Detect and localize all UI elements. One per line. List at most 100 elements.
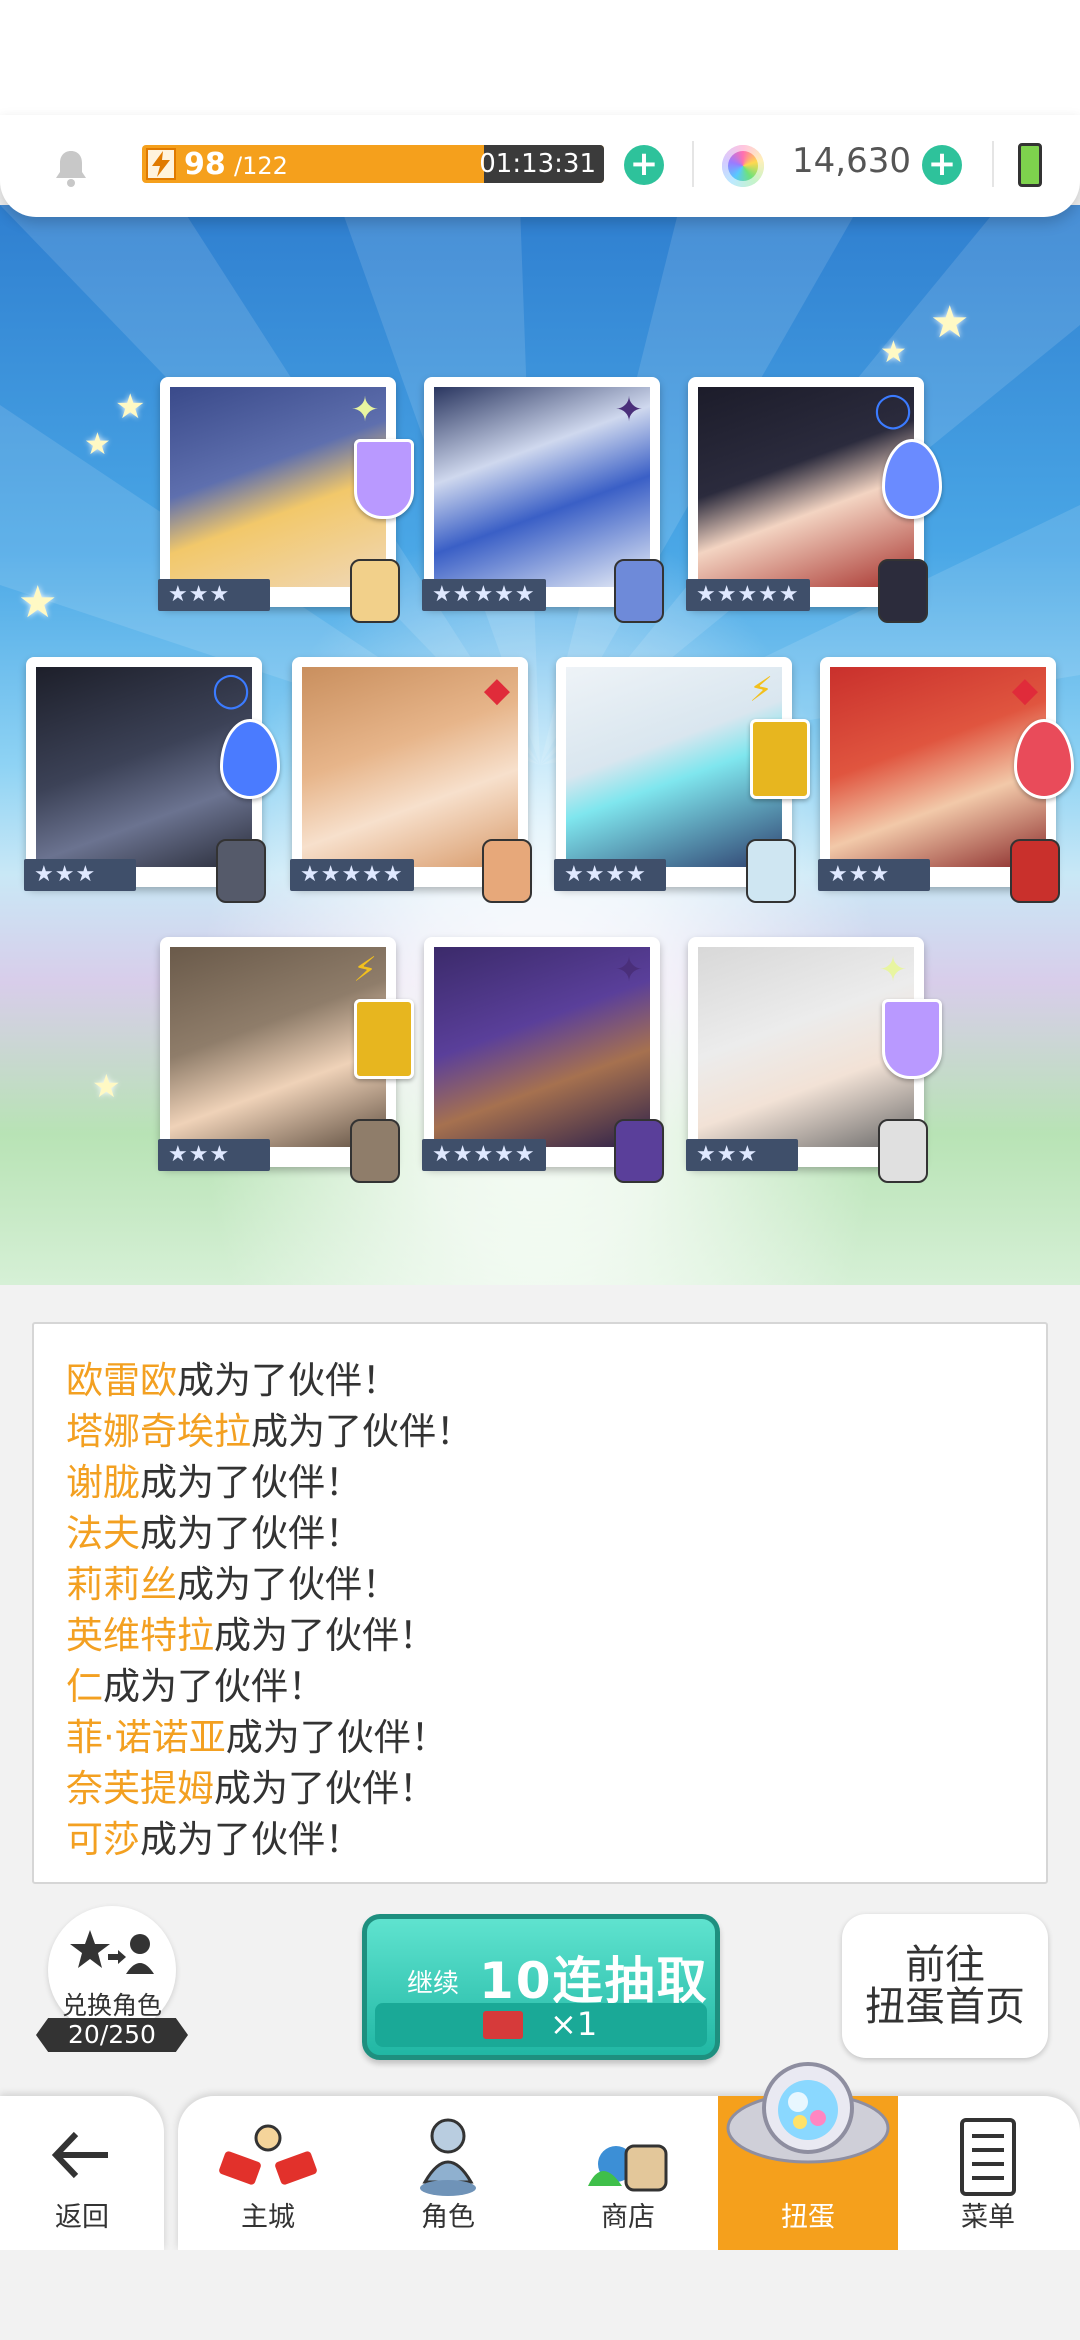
character-name: 奈芙提姆 [66, 1767, 214, 1810]
divider [992, 141, 994, 187]
continue-label: 继续 [407, 1969, 460, 1999]
log-line: 塔娜奇埃拉成为了伙伴！ [66, 1401, 473, 1455]
battery-icon [1018, 143, 1042, 187]
chibi-sprite-icon [878, 559, 928, 623]
nav-bar: 主城 角色 商店 扭蛋 菜单 [178, 2062, 1080, 2250]
character-name: 谢胧 [66, 1461, 140, 1504]
stamina-current: 98 [184, 147, 226, 182]
nav-item-main-city[interactable]: 主城 [178, 2096, 358, 2250]
result-log[interactable]: 欧雷欧成为了伙伴！ 塔娜奇埃拉成为了伙伴！ 谢胧成为了伙伴！ 法夫成为了伙伴！ … [32, 1322, 1048, 1884]
back-button[interactable]: 返回 [0, 2096, 164, 2250]
water-element-icon: ◯ [874, 390, 913, 430]
character-card[interactable]: ⚡ ★★★★ [554, 657, 810, 903]
main-city-icon [219, 2124, 317, 2185]
character-card[interactable]: ✦ ★★★ [158, 377, 414, 623]
add-gems-button[interactable]: + [922, 145, 962, 185]
gacha-result-stage: ★ ★ ★ ★ ★ ★ ✦ ★★★ ✦ ★★★★★ ◯ ★★★★★ ◯ ★★★ … [0, 205, 1080, 1285]
water-element-icon: ◯ [212, 670, 251, 710]
rarity-stars: ★★★★★ [290, 859, 414, 891]
ticket-count: ×1 [550, 2005, 598, 2043]
log-line: 奈芙提姆成为了伙伴！ [66, 1758, 436, 1812]
nav-item-shop[interactable]: 商店 [538, 2096, 718, 2250]
rarity-stars: ★★★ [24, 859, 136, 891]
sparkle-star-icon: ★ [92, 1067, 121, 1105]
dark-element-icon: ✦ [614, 390, 644, 430]
chibi-sprite-icon [350, 559, 400, 623]
log-line: 欧雷欧成为了伙伴！ [66, 1350, 399, 1404]
thunder-crest-icon [354, 999, 414, 1079]
character-card[interactable]: ◯ ★★★★★ [686, 377, 942, 623]
light-crest-icon [354, 439, 414, 519]
nav-label: 扭蛋 [781, 2202, 835, 2233]
character-name: 可莎 [66, 1818, 140, 1861]
stamina-timer-hours: 01 [479, 149, 513, 179]
rarity-stars: ★★★ [158, 579, 270, 611]
log-suffix: 成为了伙伴！ [103, 1665, 325, 1708]
character-card[interactable]: ✦ ★★★★★ [422, 937, 664, 1183]
chibi-sprite-icon [614, 559, 664, 623]
rarity-stars: ★★★★★ [686, 579, 810, 611]
nav-label: 角色 [421, 2202, 475, 2233]
rarity-stars: ★★★ [686, 1139, 798, 1171]
exchange-label: 兑换角色 [61, 1991, 162, 2020]
log-suffix: 成为了伙伴！ [177, 1563, 399, 1606]
nav-item-menu[interactable]: 菜单 [898, 2096, 1078, 2250]
light-element-icon: ✦ [878, 950, 908, 990]
top-spacer [0, 0, 1080, 120]
stamina-bar: 98 /122 01:13:31 [142, 145, 604, 183]
gacha-ticket-icon [483, 2011, 523, 2039]
chibi-sprite-icon [216, 839, 266, 903]
character-card[interactable]: ◆ ★★★★★ [290, 657, 532, 903]
add-stamina-button[interactable]: + [624, 145, 664, 185]
rarity-stars: ★★★★★ [422, 579, 546, 611]
log-line: 菲·诺诺亚成为了伙伴！ [66, 1707, 448, 1761]
log-suffix: 成为了伙伴！ [214, 1614, 436, 1657]
rarity-stars: ★★★ [158, 1139, 270, 1171]
character-card[interactable]: ⚡ ★★★ [158, 937, 414, 1183]
character-card[interactable]: ✦ ★★★ [686, 937, 942, 1183]
nav-item-characters[interactable]: 角色 [358, 2096, 538, 2250]
fire-element-icon: ◆ [1011, 670, 1039, 710]
sparkle-star-icon: ★ [930, 297, 970, 348]
chibi-sprite-icon [350, 1119, 400, 1183]
rarity-stars: ★★★★★ [422, 1139, 546, 1171]
log-suffix: 成为了伙伴！ [140, 1512, 362, 1555]
stamina-max: /122 [234, 152, 288, 180]
status-bar: 98 /122 01:13:31 + 14,630 + [0, 115, 1080, 217]
log-line: 可莎成为了伙伴！ [66, 1809, 362, 1863]
goto-label-line1: 前往 [905, 1942, 985, 1988]
exchange-count: 20/250 [36, 2018, 188, 2052]
chibi-sprite-icon [1010, 839, 1060, 903]
back-label: 返回 [55, 2202, 109, 2233]
sparkle-star-icon: ★ [84, 427, 111, 462]
log-line: 莉莉丝成为了伙伴！ [66, 1554, 399, 1608]
stamina-timer: 01:13:31 [479, 149, 596, 179]
log-suffix: 成为了伙伴！ [177, 1359, 399, 1402]
exchange-character-button[interactable]: 兑换角色 20/250 [36, 1906, 188, 2052]
nav-label: 主城 [241, 2202, 295, 2233]
chibi-sprite-icon [878, 1119, 928, 1183]
log-suffix: 成为了伙伴！ [140, 1461, 362, 1504]
notification-bell-icon[interactable] [48, 145, 94, 191]
system-bottom-area [0, 2250, 1080, 2340]
nav-label: 菜单 [961, 2202, 1015, 2233]
thunder-element-icon: ⚡ [353, 950, 377, 990]
log-line: 英维特拉成为了伙伴！ [66, 1605, 436, 1659]
nav-item-gacha[interactable]: 扭蛋 [718, 2062, 898, 2250]
log-suffix: 成为了伙伴！ [225, 1716, 448, 1759]
character-name: 欧雷欧 [66, 1359, 177, 1402]
character-card[interactable]: ◆ ★★★ [818, 657, 1074, 903]
goto-gacha-home-button[interactable]: 前往 扭蛋首页 [842, 1914, 1048, 2058]
pull-10-button[interactable]: 继续 10连抽取 ×1 [362, 1914, 720, 2060]
character-card[interactable]: ◯ ★★★ [24, 657, 280, 903]
divider [692, 141, 694, 187]
character-card[interactable]: ✦ ★★★★★ [422, 377, 664, 623]
gem-count: 14,630 [792, 141, 911, 181]
log-suffix: 成为了伙伴！ [140, 1818, 362, 1861]
log-line: 法夫成为了伙伴！ [66, 1503, 362, 1557]
chibi-sprite-icon [614, 1119, 664, 1183]
bottom-nav: 返回 主城 角色 商店 扭蛋 菜单 [0, 2062, 1080, 2250]
stamina-timer-rest: :13:31 [512, 149, 596, 179]
ticket-cost: ×1 [375, 2003, 707, 2047]
character-icon [420, 2118, 476, 2196]
